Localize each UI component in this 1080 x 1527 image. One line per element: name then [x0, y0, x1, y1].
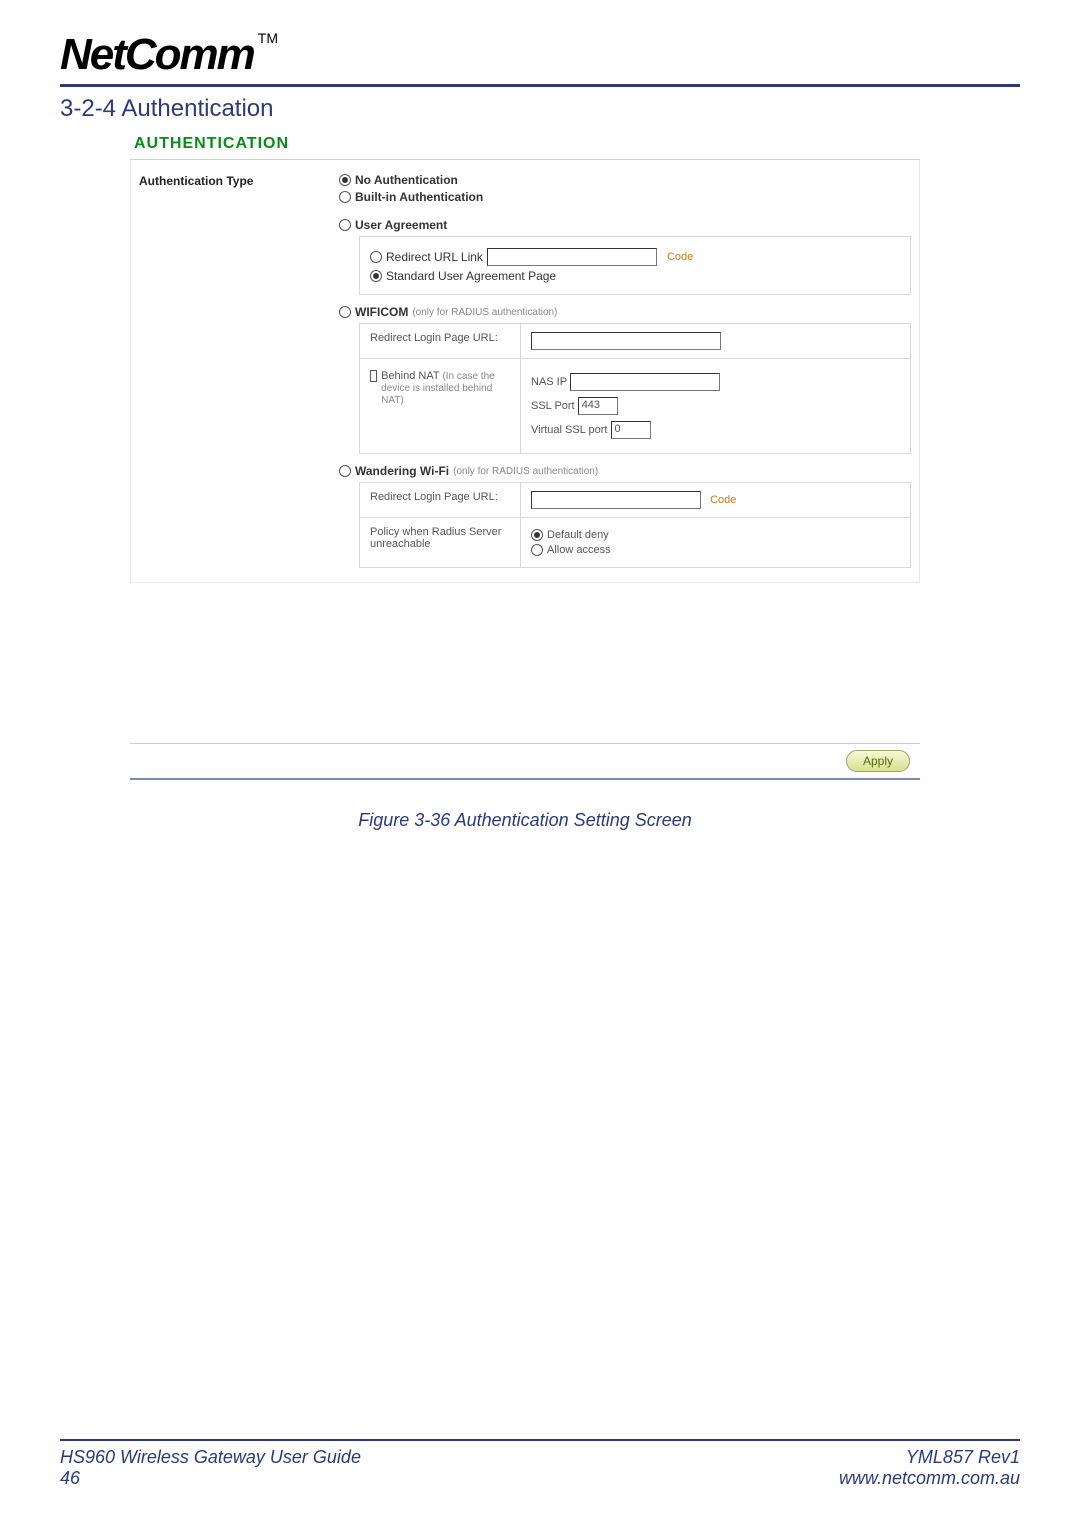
- radio-policy-allow[interactable]: [531, 544, 543, 556]
- label-wandering: Wandering Wi-Fi: [355, 464, 449, 478]
- label-wificom-redirect: Redirect Login Page URL:: [360, 324, 520, 358]
- label-behind-nat: Behind NAT: [381, 370, 439, 382]
- footer-url: www.netcomm.com.au: [839, 1468, 1020, 1489]
- link-wandering-code[interactable]: Code: [710, 494, 736, 506]
- note-wandering: (only for RADIUS authentication): [453, 466, 598, 477]
- footer-guide: HS960 Wireless Gateway User Guide: [60, 1447, 361, 1468]
- wandering-block: Redirect Login Page URL: Code Policy whe…: [359, 482, 911, 568]
- input-ua-redirect[interactable]: [487, 248, 657, 266]
- apply-button[interactable]: Apply: [846, 750, 910, 772]
- brand-logo: NetComm: [60, 30, 254, 80]
- panel-title: AUTHENTICATION: [130, 129, 920, 160]
- logo-row: NetCommTM: [60, 30, 1020, 87]
- radio-ua-redirect[interactable]: [370, 251, 382, 263]
- input-wandering-redirect[interactable]: [531, 491, 701, 509]
- input-sslport[interactable]: 443: [578, 397, 618, 415]
- input-wificom-redirect[interactable]: [531, 332, 721, 350]
- figure-caption: Figure 3-36 Authentication Setting Scree…: [130, 810, 920, 831]
- radio-policy-deny[interactable]: [531, 529, 543, 541]
- radio-no-auth[interactable]: [339, 174, 351, 186]
- label-wandering-redirect: Redirect Login Page URL:: [360, 483, 520, 517]
- auth-type-label: Authentication Type: [139, 170, 339, 568]
- label-wandering-policy: Policy when Radius Server unreachable: [360, 518, 520, 567]
- label-builtin: Built-in Authentication: [355, 190, 483, 204]
- radio-builtin[interactable]: [339, 191, 351, 203]
- wificom-block: Redirect Login Page URL: Behind NAT (In: [359, 323, 911, 454]
- user-agreement-block: Redirect URL Link Code Standard User Agr…: [359, 236, 911, 295]
- input-nasip[interactable]: [570, 373, 720, 391]
- label-ua-redirect: Redirect URL Link: [386, 250, 483, 264]
- label-wificom: WIFICOM: [355, 305, 408, 319]
- footer-doc: YML857 Rev1: [839, 1447, 1020, 1468]
- radio-ua-standard[interactable]: [370, 270, 382, 282]
- apply-bar: Apply: [130, 743, 920, 780]
- label-policy-deny: Default deny: [547, 529, 609, 541]
- input-vsslport[interactable]: 0: [611, 421, 651, 439]
- trademark: TM: [258, 30, 278, 46]
- label-policy-allow: Allow access: [547, 544, 611, 556]
- note-wificom: (only for RADIUS authentication): [412, 307, 557, 318]
- radio-wandering[interactable]: [339, 465, 351, 477]
- section-heading: 3-2-4 Authentication: [60, 95, 1020, 123]
- link-ua-code[interactable]: Code: [667, 251, 693, 263]
- radio-wificom[interactable]: [339, 306, 351, 318]
- page-footer: HS960 Wireless Gateway User Guide 46 YML…: [60, 1439, 1020, 1489]
- radio-user-agreement[interactable]: [339, 219, 351, 231]
- label-user-agreement: User Agreement: [355, 218, 447, 232]
- footer-page: 46: [60, 1468, 361, 1489]
- label-sslport: SSL Port: [531, 400, 575, 412]
- auth-screenshot: AUTHENTICATION Authentication Type No Au…: [130, 129, 920, 831]
- label-nasip: NAS IP: [531, 376, 567, 388]
- label-no-auth: No Authentication: [355, 173, 458, 187]
- label-ua-standard: Standard User Agreement Page: [386, 269, 556, 283]
- check-behind-nat[interactable]: [370, 370, 377, 382]
- label-vsslport: Virtual SSL port: [531, 424, 607, 436]
